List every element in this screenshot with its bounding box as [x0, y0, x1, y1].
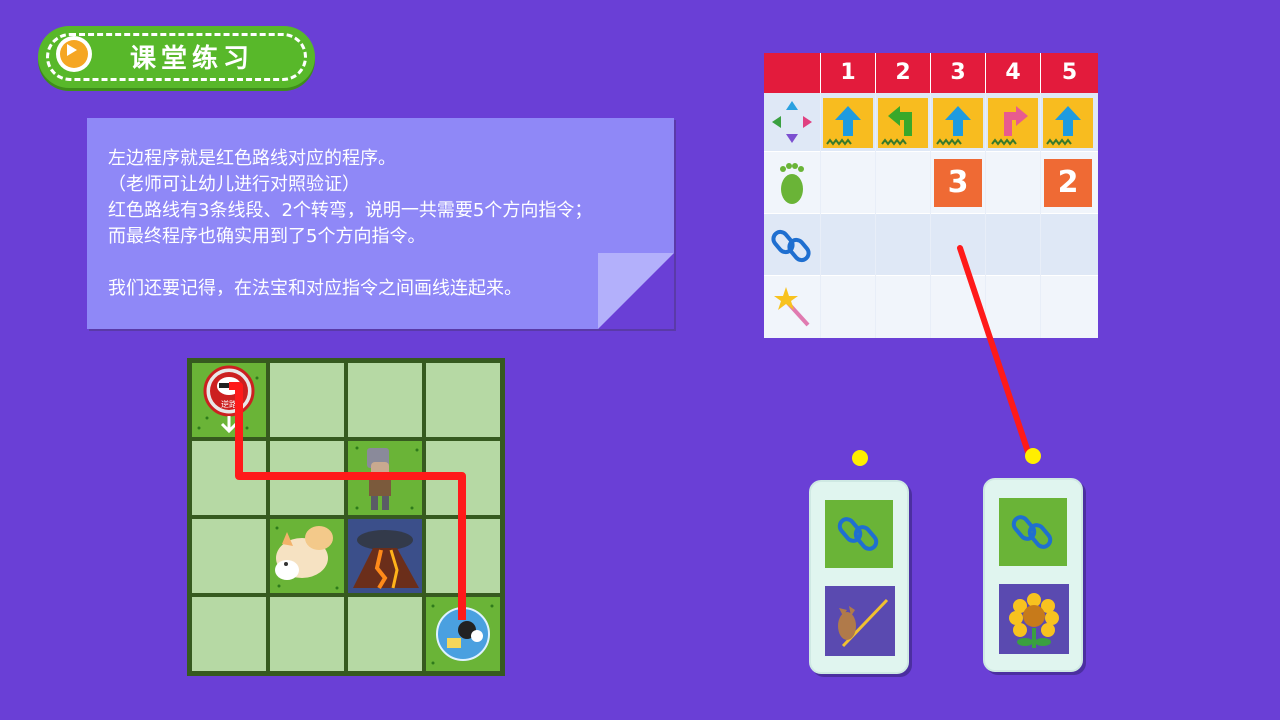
card-item-tile	[825, 586, 895, 656]
red-route-line	[229, 382, 466, 620]
note-line: 左边程序就是红色路线对应的程序。	[108, 148, 396, 169]
direction-arrows-icon	[772, 101, 812, 143]
instruction-note: 左边程序就是红色路线对应的程序。 （老师可让幼儿进行对照验证） 红色路线有3条线…	[87, 118, 674, 329]
table-column-header: 1	[821, 53, 875, 93]
board-overlay: 逆路	[197, 365, 494, 665]
donkey-staff-icon	[838, 598, 889, 648]
chain-link-icon	[837, 517, 879, 551]
tool-card[interactable]	[809, 480, 909, 674]
note-line: 我们还要记得，在法宝和对应指令之间画线连起来。	[108, 278, 522, 299]
direction-tile[interactable]	[1043, 98, 1093, 148]
page-curl	[598, 253, 674, 329]
start-character-icon: 逆路	[203, 365, 255, 417]
step-count-badge: 2	[1044, 159, 1092, 207]
direction-tile[interactable]	[878, 98, 928, 148]
note-line: （老师可让幼儿进行对照验证）	[108, 174, 360, 195]
note-line	[108, 250, 592, 276]
turn-right-icon	[991, 106, 1028, 146]
sunflower-icon	[1009, 593, 1059, 648]
card-item-tile	[999, 584, 1069, 654]
start-label: 逆路	[221, 399, 237, 409]
card-link-tile	[825, 500, 893, 568]
note-line: 红色路线有3条线段、2个转弯，说明一共需要5个方向指令；	[108, 200, 593, 221]
turn-left-icon	[881, 106, 912, 146]
page-title: 课堂练习	[130, 44, 255, 74]
connection-dot[interactable]	[1025, 448, 1041, 464]
step-count-badge: 3	[934, 159, 982, 207]
connection-dot[interactable]	[852, 450, 868, 466]
table-header-corner	[764, 53, 820, 93]
direction-tile[interactable]	[823, 98, 873, 148]
chain-link-icon	[771, 229, 811, 263]
magic-wand-icon	[774, 287, 810, 327]
title-banner: 课堂练习	[38, 26, 315, 88]
direction-tile[interactable]	[933, 98, 983, 148]
nine-tailed-fox-icon	[275, 526, 333, 580]
arrow-down-icon	[220, 416, 238, 434]
direction-tile[interactable]	[988, 98, 1038, 148]
volcano-icon	[353, 530, 419, 590]
play-icon[interactable]	[56, 36, 92, 72]
table-column-header: 4	[986, 53, 1040, 93]
connector-line	[957, 245, 1031, 455]
footprint-icon	[780, 163, 804, 204]
arrow-up-icon	[936, 106, 971, 146]
table-divider	[875, 93, 876, 338]
table-divider	[820, 93, 821, 338]
arrow-up-icon	[826, 106, 861, 146]
table-column-header: 5	[1041, 53, 1098, 93]
tool-card[interactable]	[983, 478, 1083, 672]
chain-link-icon	[1011, 515, 1053, 549]
table-divider	[930, 93, 931, 338]
arrow-up-icon	[1046, 106, 1081, 146]
maze-board: 逆路	[187, 358, 505, 676]
table-column-header: 3	[931, 53, 985, 93]
card-link-tile	[999, 498, 1067, 566]
note-line: 而最终程序也确实用到了5个方向指令。	[108, 226, 426, 247]
table-column-header: 2	[876, 53, 930, 93]
